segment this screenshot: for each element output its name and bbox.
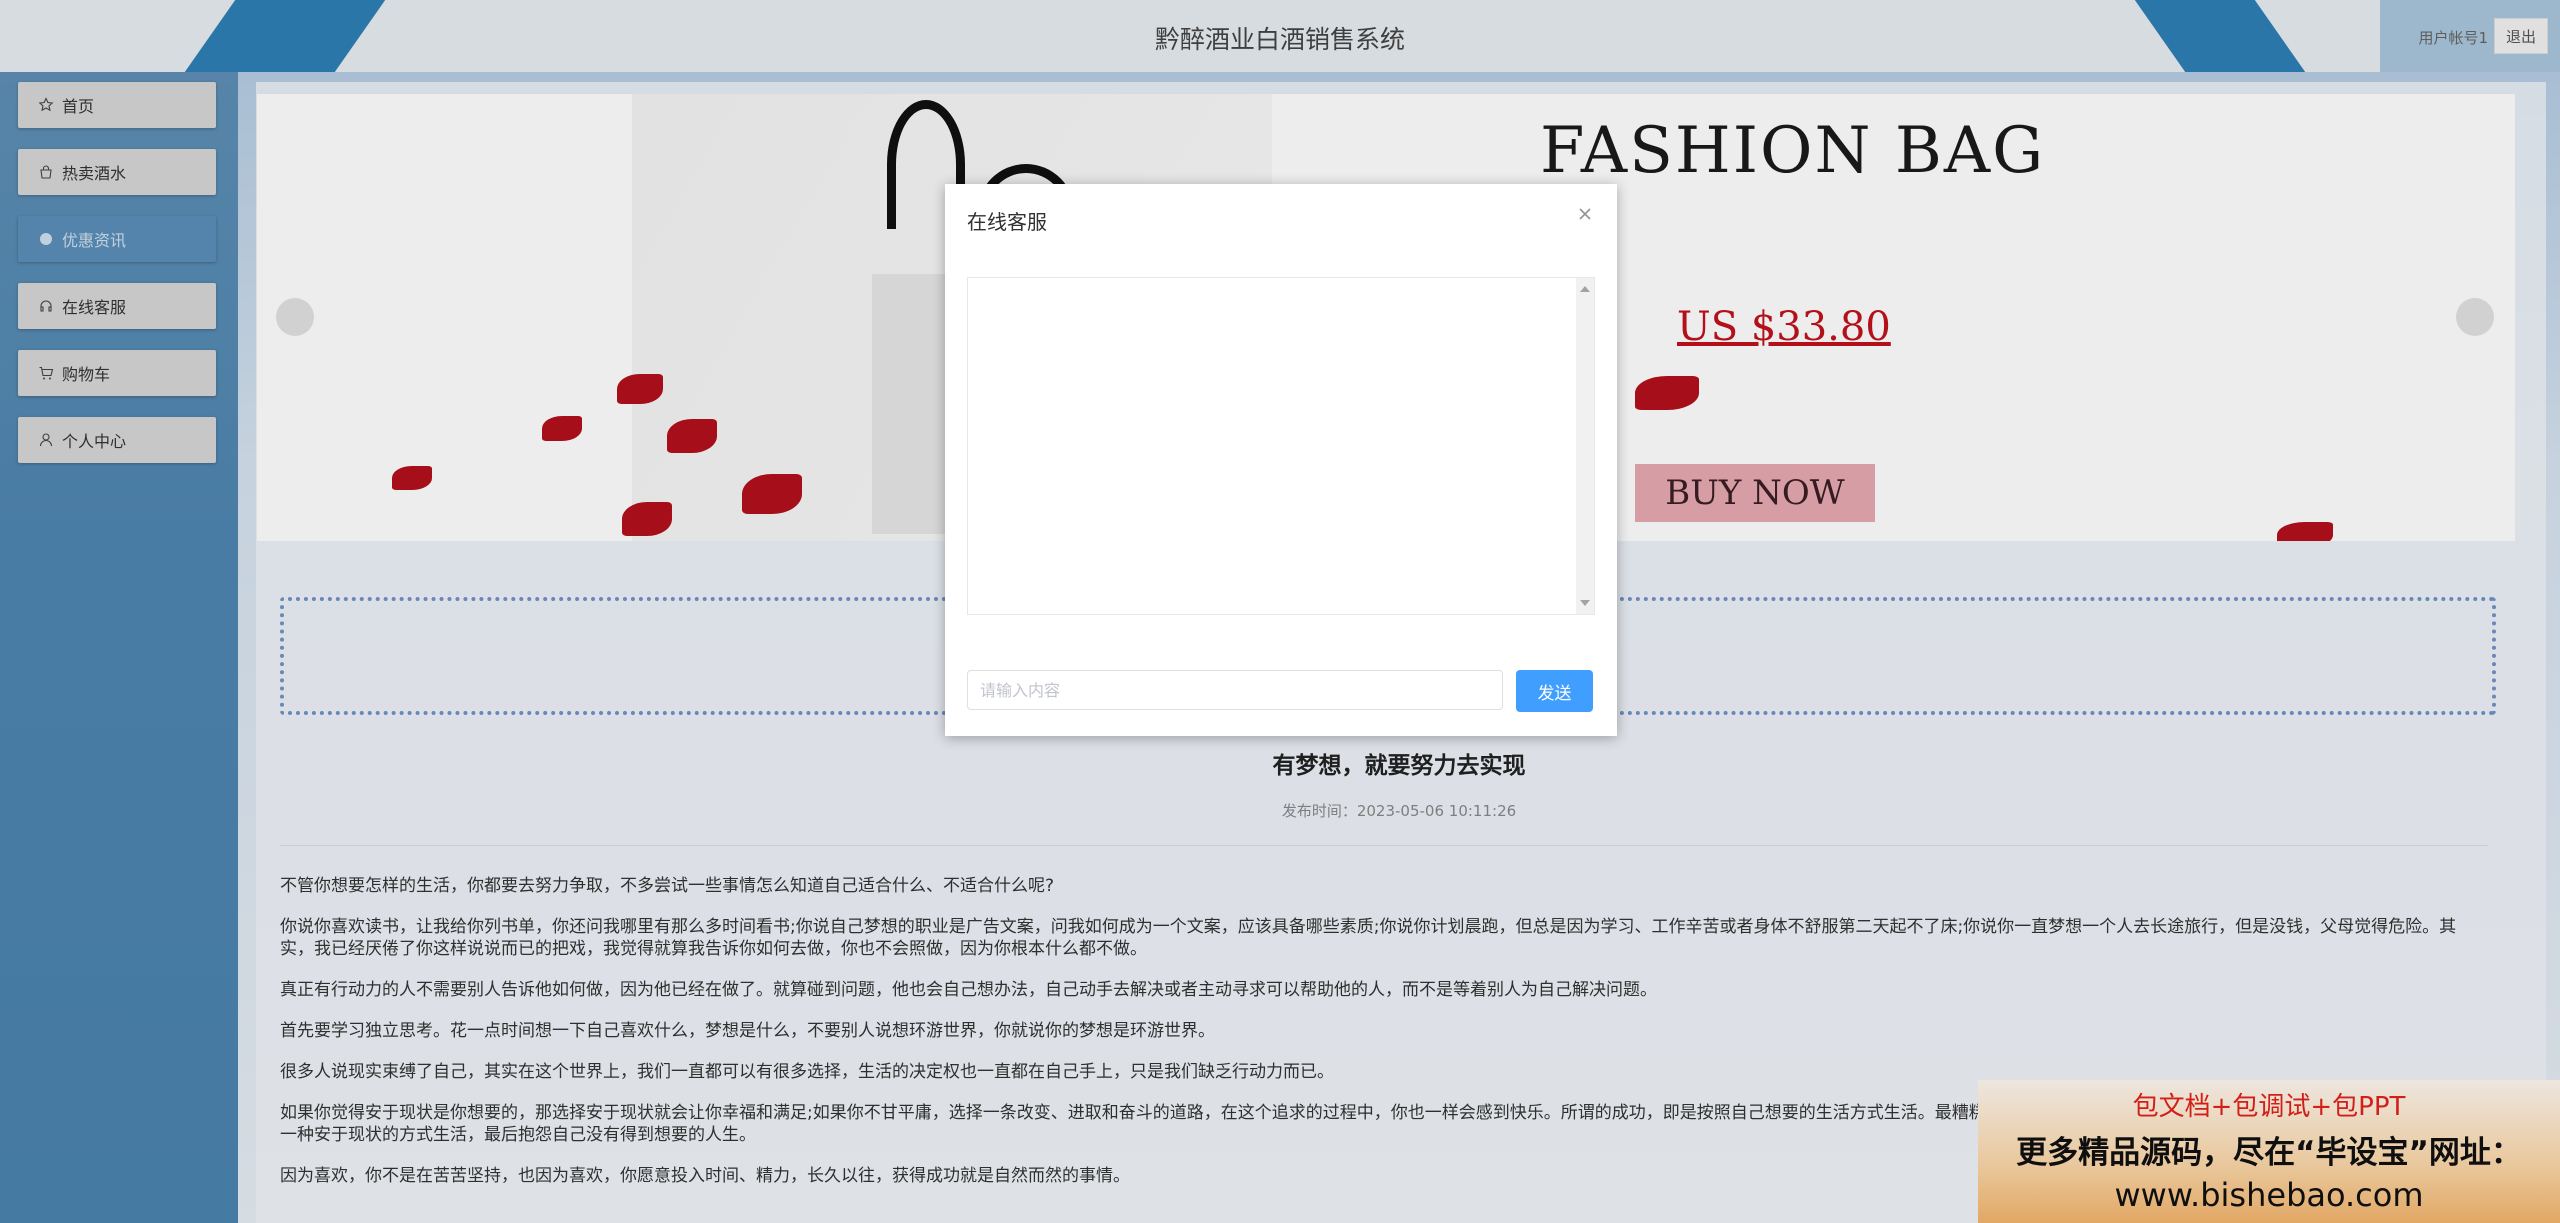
scroll-down-arrow-icon[interactable]	[1580, 600, 1590, 606]
close-icon[interactable]	[1575, 204, 1595, 224]
scroll-up-arrow-icon[interactable]	[1580, 286, 1590, 292]
chat-scrollbar[interactable]	[1576, 278, 1594, 614]
chat-input[interactable]	[967, 670, 1503, 710]
chat-message-area[interactable]	[967, 277, 1595, 615]
send-button[interactable]: 发送	[1516, 670, 1593, 712]
customer-service-dialog: 在线客服 发送	[945, 184, 1617, 736]
dialog-title: 在线客服	[967, 210, 1047, 234]
